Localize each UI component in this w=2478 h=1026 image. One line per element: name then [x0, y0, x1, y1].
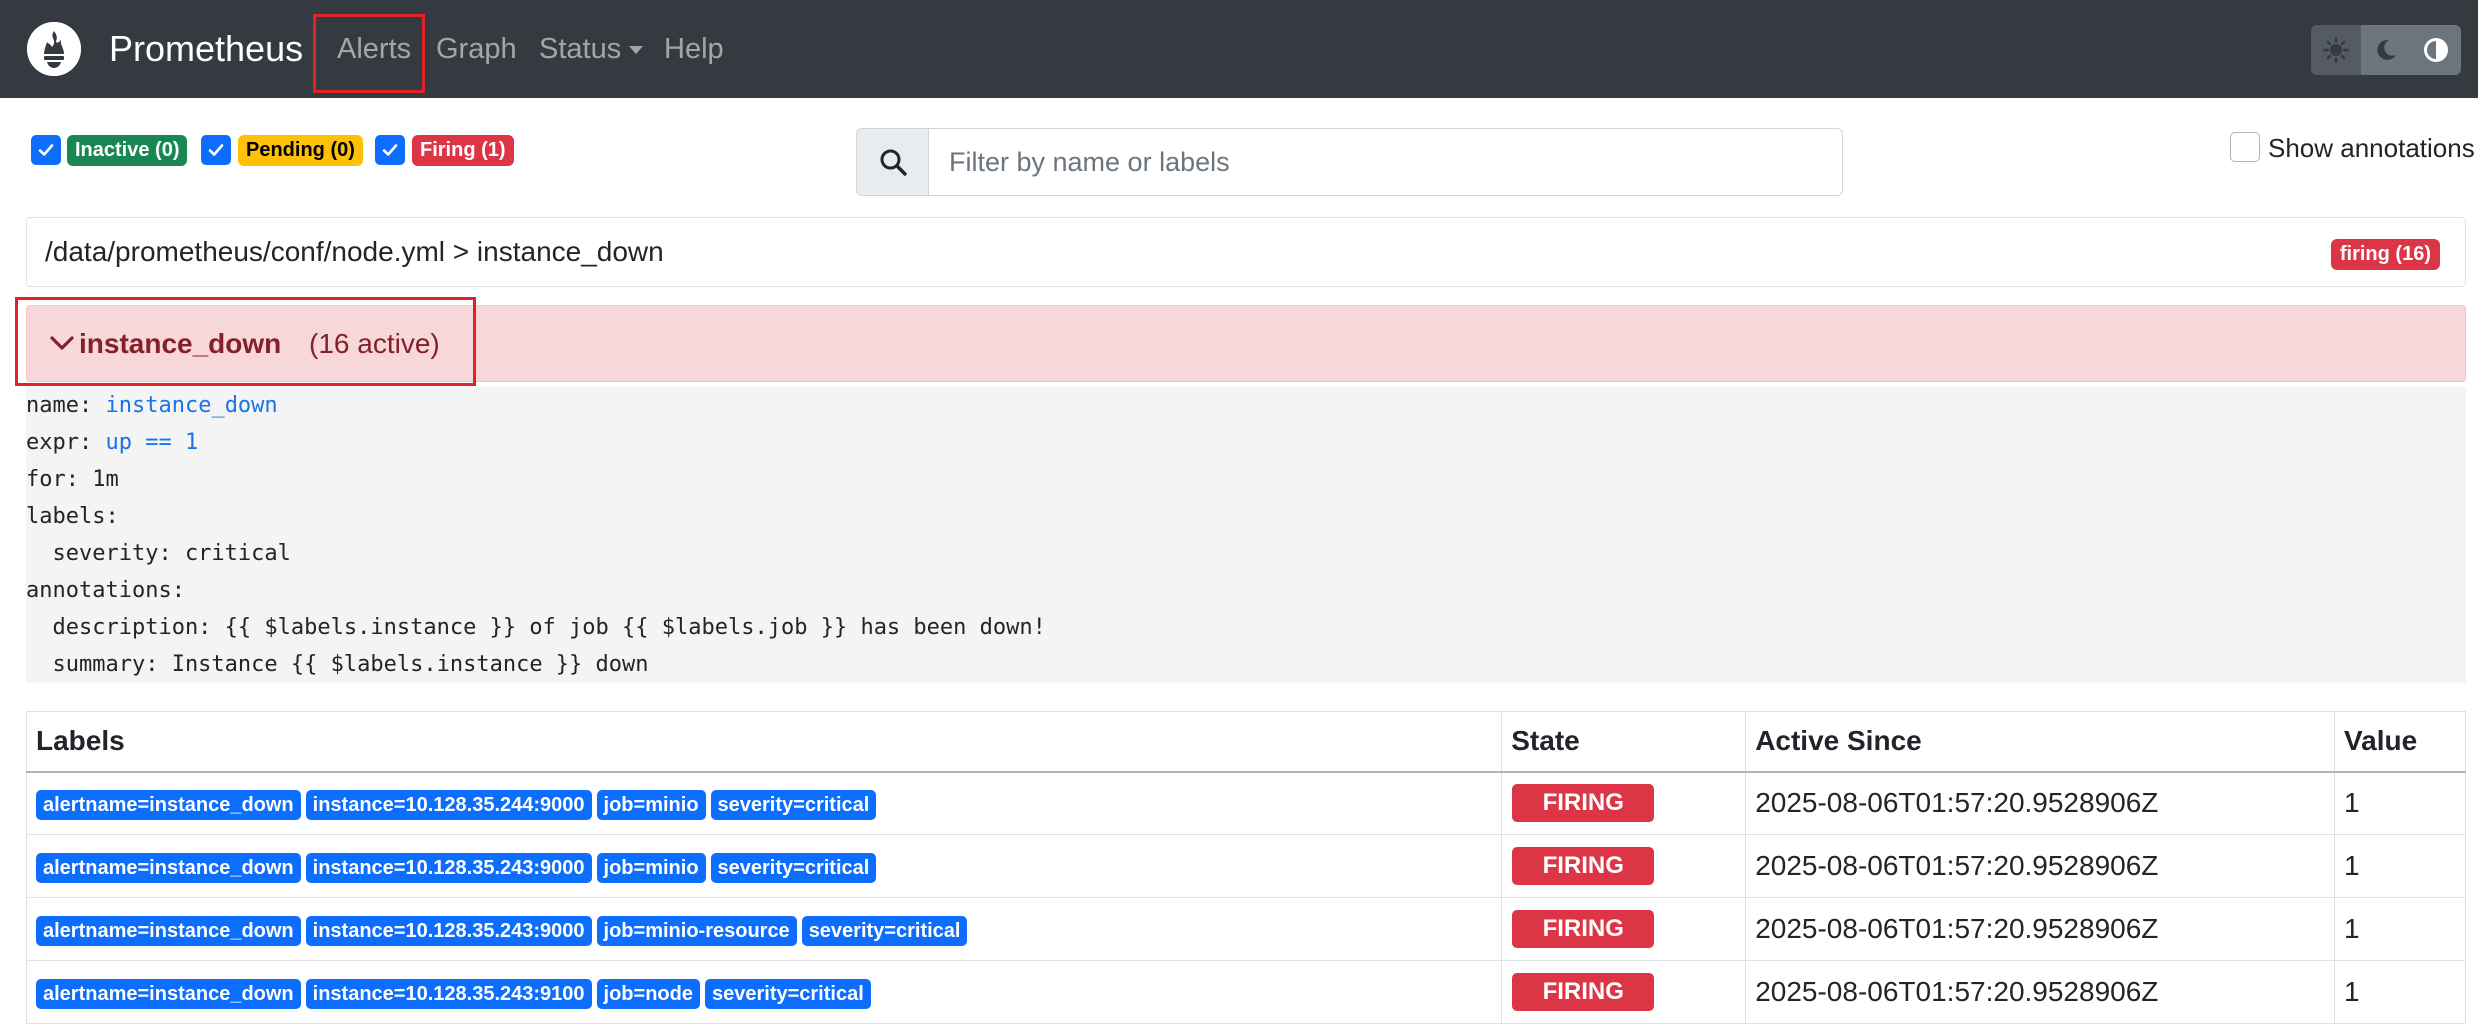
show-annotations-checkbox[interactable]	[2230, 132, 2260, 162]
firing-checkbox[interactable]	[375, 135, 405, 165]
theme-light-button[interactable]	[2311, 25, 2361, 75]
label-badge: alertname=instance_down	[36, 853, 301, 883]
show-annotations-label[interactable]: Show annotations	[2268, 131, 2475, 165]
code-key: expr:	[26, 430, 106, 455]
rule-highlight-box	[15, 297, 476, 386]
label-badge: alertname=instance_down	[36, 790, 301, 821]
alerts-table: Labels State Active Since Value alertnam…	[26, 711, 2466, 1024]
search-icon	[880, 149, 907, 176]
pending-filter-badge[interactable]: Pending (0)	[238, 135, 363, 166]
active-since-cell: 2025-08-06T01:57:20.9528906Z	[1745, 771, 2335, 835]
code-line-severity: severity: critical	[26, 541, 291, 566]
active-since-cell: 2025-08-06T01:57:20.9528906Z	[1745, 897, 2335, 961]
check-icon	[382, 144, 398, 156]
nav-status-label: Status	[539, 33, 622, 65]
code-link-rule-name[interactable]: instance_down	[105, 393, 277, 418]
rule-group-header: /data/prometheus/conf/node.yml > instanc…	[26, 217, 2466, 287]
label-badge: severity=critical	[801, 916, 968, 946]
label-badge: instance=10.128.35.243:9000	[305, 916, 592, 946]
header-active-since: Active Since	[1745, 711, 2335, 773]
header-value: Value	[2334, 711, 2466, 773]
label-badge: instance=10.128.35.243:9100	[305, 979, 592, 1009]
rule-group-path: /data/prometheus/conf/node.yml > instanc…	[45, 236, 664, 267]
moon-icon	[2377, 39, 2396, 60]
chevron-down-icon	[629, 46, 644, 55]
label-badge: alertname=instance_down	[36, 979, 301, 1009]
code-line-summary: summary: Instance {{ $labels.instance }}…	[26, 652, 649, 677]
theme-dark-button[interactable]	[2361, 25, 2411, 75]
value-cell: 1	[2334, 897, 2466, 961]
nav-graph[interactable]: Graph	[436, 26, 517, 72]
table-row: alertname=instance_down instance=10.128.3…	[26, 897, 2466, 961]
table-row: alertname=instance_down instance=10.128.3…	[26, 771, 2466, 835]
brand-title[interactable]: Prometheus	[109, 26, 303, 72]
value-cell: 1	[2334, 771, 2466, 835]
check-icon	[208, 144, 224, 156]
code-link-expr[interactable]: up == 1	[105, 430, 198, 455]
state-cell: FIRING	[1501, 960, 1747, 1024]
code-key: name:	[26, 393, 106, 418]
state-badge: FIRING	[1512, 847, 1655, 885]
search-group	[856, 128, 1843, 196]
code-line-expr: expr: up == 1	[26, 424, 198, 461]
nav-help[interactable]: Help	[664, 26, 724, 72]
label-badge: severity=critical	[710, 790, 877, 821]
prometheus-logo-icon[interactable]	[27, 22, 81, 76]
check-icon	[38, 144, 54, 156]
state-badge: FIRING	[1512, 910, 1655, 948]
labels-cell: alertname=instance_down instance=10.128.3…	[26, 897, 1503, 961]
state-badge: FIRING	[1512, 973, 1655, 1011]
code-line-description: description: {{ $labels.instance }} of j…	[26, 615, 1046, 640]
label-badge: severity=critical	[710, 853, 877, 883]
theme-toggle-group	[2311, 25, 2461, 75]
search-input[interactable]	[929, 129, 1842, 195]
inactive-checkbox[interactable]	[31, 135, 61, 165]
label-badge: severity=critical	[704, 979, 871, 1009]
header-labels: Labels	[26, 711, 1503, 773]
label-badge: instance=10.128.35.243:9000	[305, 853, 592, 883]
search-addon	[857, 129, 929, 195]
header-state: State	[1501, 711, 1747, 773]
rule-definition: name: instance_down expr: up == 1 for: 1…	[26, 387, 2466, 683]
code-line-labels: labels:	[26, 504, 119, 529]
label-badge: instance=10.128.35.244:9000	[305, 790, 592, 821]
nav-status[interactable]: Status	[539, 26, 644, 72]
label-badge: job=minio	[596, 790, 706, 821]
label-badge: job=minio	[596, 853, 706, 883]
state-cell: FIRING	[1501, 771, 1747, 835]
state-cell: FIRING	[1501, 897, 1747, 961]
code-line-for: for: 1m	[26, 467, 119, 492]
code-line-name: name: instance_down	[26, 387, 278, 424]
state-cell: FIRING	[1501, 834, 1747, 898]
labels-cell: alertname=instance_down instance=10.128.3…	[26, 771, 1503, 835]
label-badge: job=node	[596, 979, 700, 1009]
sun-icon	[2323, 37, 2349, 63]
active-since-cell: 2025-08-06T01:57:20.9528906Z	[1745, 960, 2335, 1024]
table-header-row: Labels State Active Since Value	[26, 711, 2466, 773]
firing-count-badge: firing (16)	[2330, 239, 2440, 270]
label-badge: alertname=instance_down	[36, 916, 301, 946]
code-line-annotations: annotations:	[26, 578, 185, 603]
firing-filter-badge[interactable]: Firing (1)	[412, 135, 514, 166]
labels-cell: alertname=instance_down instance=10.128.3…	[26, 834, 1503, 898]
label-badge: job=minio-resource	[596, 916, 797, 946]
labels-cell: alertname=instance_down instance=10.128.3…	[26, 960, 1503, 1024]
value-cell: 1	[2334, 960, 2466, 1024]
pending-checkbox[interactable]	[201, 135, 231, 165]
contrast-icon	[2424, 38, 2448, 62]
value-cell: 1	[2334, 834, 2466, 898]
alerts-highlight-box	[313, 14, 425, 93]
inactive-filter-badge[interactable]: Inactive (0)	[67, 135, 188, 166]
table-row: alertname=instance_down instance=10.128.3…	[26, 834, 2466, 898]
theme-auto-button[interactable]	[2411, 25, 2461, 75]
active-since-cell: 2025-08-06T01:57:20.9528906Z	[1745, 834, 2335, 898]
state-badge: FIRING	[1512, 784, 1655, 823]
table-row: alertname=instance_down instance=10.128.3…	[26, 960, 2466, 1024]
